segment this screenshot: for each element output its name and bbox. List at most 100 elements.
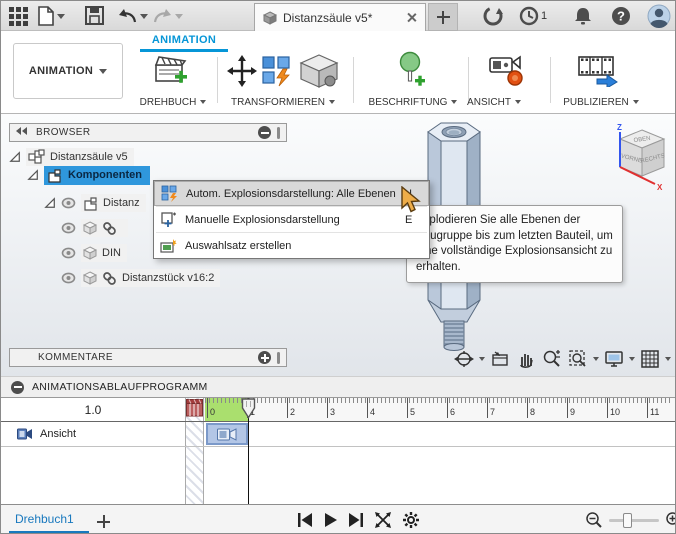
view-camera-icon[interactable]: [489, 54, 525, 88]
collapse-circle-icon[interactable]: [11, 381, 24, 394]
group-drehbuch[interactable]: DREHBUCH: [113, 95, 233, 109]
help-icon[interactable]: ?: [611, 6, 631, 26]
tree-row-komponenten[interactable]: Komponenten: [27, 166, 150, 184]
selected-tree-item[interactable]: Komponenten: [44, 166, 150, 185]
timeline-zoom-slider[interactable]: [609, 519, 659, 522]
new-file-icon[interactable]: [38, 6, 54, 26]
orbit-caret-icon[interactable]: [479, 357, 485, 361]
collapse-circle-icon[interactable]: [258, 126, 271, 139]
storyboard-tab[interactable]: Drehbuch1: [15, 512, 74, 526]
collapse-browser-icon[interactable]: [16, 127, 28, 138]
menu-item-selection-set[interactable]: Auswahlsatz erstellen: [154, 233, 429, 258]
ruler-tick-label: 5: [410, 407, 415, 417]
save-icon[interactable]: [85, 6, 104, 25]
fit-view-icon[interactable]: [374, 511, 392, 529]
zoom-in-icon[interactable]: [665, 511, 676, 529]
expand-triangle-icon[interactable]: [9, 151, 21, 163]
tree-label-component-4: Distanzstück v16:2: [122, 272, 214, 284]
fit-caret-icon[interactable]: [593, 357, 599, 361]
zoom-icon[interactable]: [541, 348, 563, 370]
menu-item-label: Manuelle Explosionsdarstellung: [185, 214, 397, 226]
storyboard-clapper-icon[interactable]: [153, 53, 189, 91]
cube-item-icon: [83, 246, 97, 260]
timeline-row-divider: [1, 446, 675, 447]
timeline-playhead[interactable]: [241, 398, 256, 419]
publish-film-icon[interactable]: [577, 55, 621, 87]
tree-row-component-3[interactable]: DIN: [61, 244, 127, 262]
tree-row-component-4[interactable]: Distanzstück v16:2: [61, 269, 220, 287]
menu-item-manual-explode[interactable]: Manuelle Explosionsdarstellung E: [154, 207, 429, 232]
group-ansicht[interactable]: ANSICHT: [449, 95, 539, 109]
timeline-zoom-slider-handle[interactable]: [623, 513, 632, 528]
ruler-tick-label: 9: [570, 407, 575, 417]
ribbon-tab-animation[interactable]: ANIMATION: [140, 34, 228, 46]
eye-icon[interactable]: [61, 222, 76, 234]
comments-scrollbar[interactable]: [277, 352, 280, 364]
ribbon-separator: [217, 57, 218, 103]
orbit-icon[interactable]: [453, 348, 475, 370]
menu-item-label: Auswahlsatz erstellen: [185, 240, 397, 252]
animation-timeline-header[interactable]: ANIMATIONSABLAUFPROGRAMM: [1, 376, 675, 398]
job-status-clock-icon[interactable]: [519, 6, 539, 26]
close-tab-icon[interactable]: [406, 12, 417, 23]
viewcube-icon[interactable]: OBEN VORNE RECHTS Z X: [611, 122, 673, 192]
group-publizieren[interactable]: PUBLIZIEREN: [541, 95, 661, 109]
viewport-canvas[interactable]: OBEN VORNE RECHTS Z X BROWSER: [1, 114, 675, 376]
group-drehbuch-caret-icon: [200, 100, 206, 104]
fit-icon[interactable]: [567, 348, 589, 370]
avatar-icon[interactable]: [647, 4, 671, 28]
expand-triangle-icon[interactable]: [27, 169, 39, 181]
tree-row-component-1[interactable]: Distanz: [44, 194, 146, 212]
expand-circle-icon[interactable]: [258, 351, 271, 364]
grid-settings-caret-icon[interactable]: [665, 357, 671, 361]
marker-clapper-icon[interactable]: [186, 399, 203, 417]
extensions-icon[interactable]: [483, 6, 503, 26]
tree-label-root: Distanzsäule v5: [50, 151, 128, 163]
timeline-zoom-controls: [585, 511, 676, 529]
camera-keyframe-block[interactable]: [206, 423, 248, 445]
eye-icon[interactable]: [61, 247, 76, 259]
app-grid-icon[interactable]: [9, 7, 28, 26]
expand-triangle-icon[interactable]: [44, 197, 56, 209]
zoom-out-icon[interactable]: [585, 511, 603, 529]
step-forward-icon[interactable]: [348, 511, 364, 529]
grid-settings-icon[interactable]: [639, 348, 661, 370]
play-icon[interactable]: [323, 511, 338, 529]
timeline-track-ansicht[interactable]: Ansicht: [1, 422, 76, 446]
display-settings-icon[interactable]: [603, 348, 625, 370]
document-tab[interactable]: Distanzsäule v5*: [254, 3, 426, 31]
redo-icon[interactable]: [153, 8, 173, 24]
browser-panel-header[interactable]: BROWSER: [9, 123, 287, 142]
browser-scrollbar[interactable]: [277, 127, 280, 139]
component-icon: [47, 168, 62, 183]
animation-timeline: 0 1 2 3 4 5 6 7 8 9 10 11 1.0: [1, 398, 675, 504]
step-back-icon[interactable]: [297, 511, 313, 529]
tree-row-component-2[interactable]: [61, 219, 128, 237]
annotation-pin-icon[interactable]: [397, 51, 427, 91]
tree-row-root[interactable]: Distanzsäule v5: [9, 148, 134, 166]
pan-icon[interactable]: [515, 348, 537, 370]
undo-icon[interactable]: [117, 8, 137, 24]
display-settings-caret-icon[interactable]: [629, 357, 635, 361]
workspace-selector-button[interactable]: ANIMATION: [13, 43, 123, 99]
transform-cube-icon[interactable]: [299, 53, 339, 89]
tooltip-text: Explodieren Sie alle Ebenen der Baugrupp…: [416, 214, 613, 273]
gear-icon[interactable]: [402, 511, 420, 529]
undo-caret-icon[interactable]: [140, 14, 148, 19]
timeline-row-divider: [1, 421, 675, 422]
notifications-bell-icon[interactable]: [574, 6, 592, 26]
look-at-icon[interactable]: [489, 348, 511, 370]
transform-move-icon[interactable]: [227, 55, 257, 87]
group-transformieren[interactable]: TRANSFORMIEREN: [223, 95, 343, 109]
eye-icon[interactable]: [61, 197, 76, 209]
transform-explode-icon[interactable]: [261, 55, 293, 87]
job-count-badge: 1: [541, 10, 547, 22]
menu-item-auto-explode[interactable]: Autom. Explosionsdarstellung: Alle Ebene…: [154, 181, 429, 206]
redo-caret-icon[interactable]: [175, 14, 183, 19]
playback-controls: [297, 511, 420, 529]
comments-panel-header[interactable]: KOMMENTARE: [9, 348, 287, 367]
document-cube-icon: [263, 11, 277, 25]
eye-icon[interactable]: [61, 272, 76, 284]
new-tab-button[interactable]: [428, 3, 458, 31]
new-file-caret-icon[interactable]: [57, 14, 65, 19]
